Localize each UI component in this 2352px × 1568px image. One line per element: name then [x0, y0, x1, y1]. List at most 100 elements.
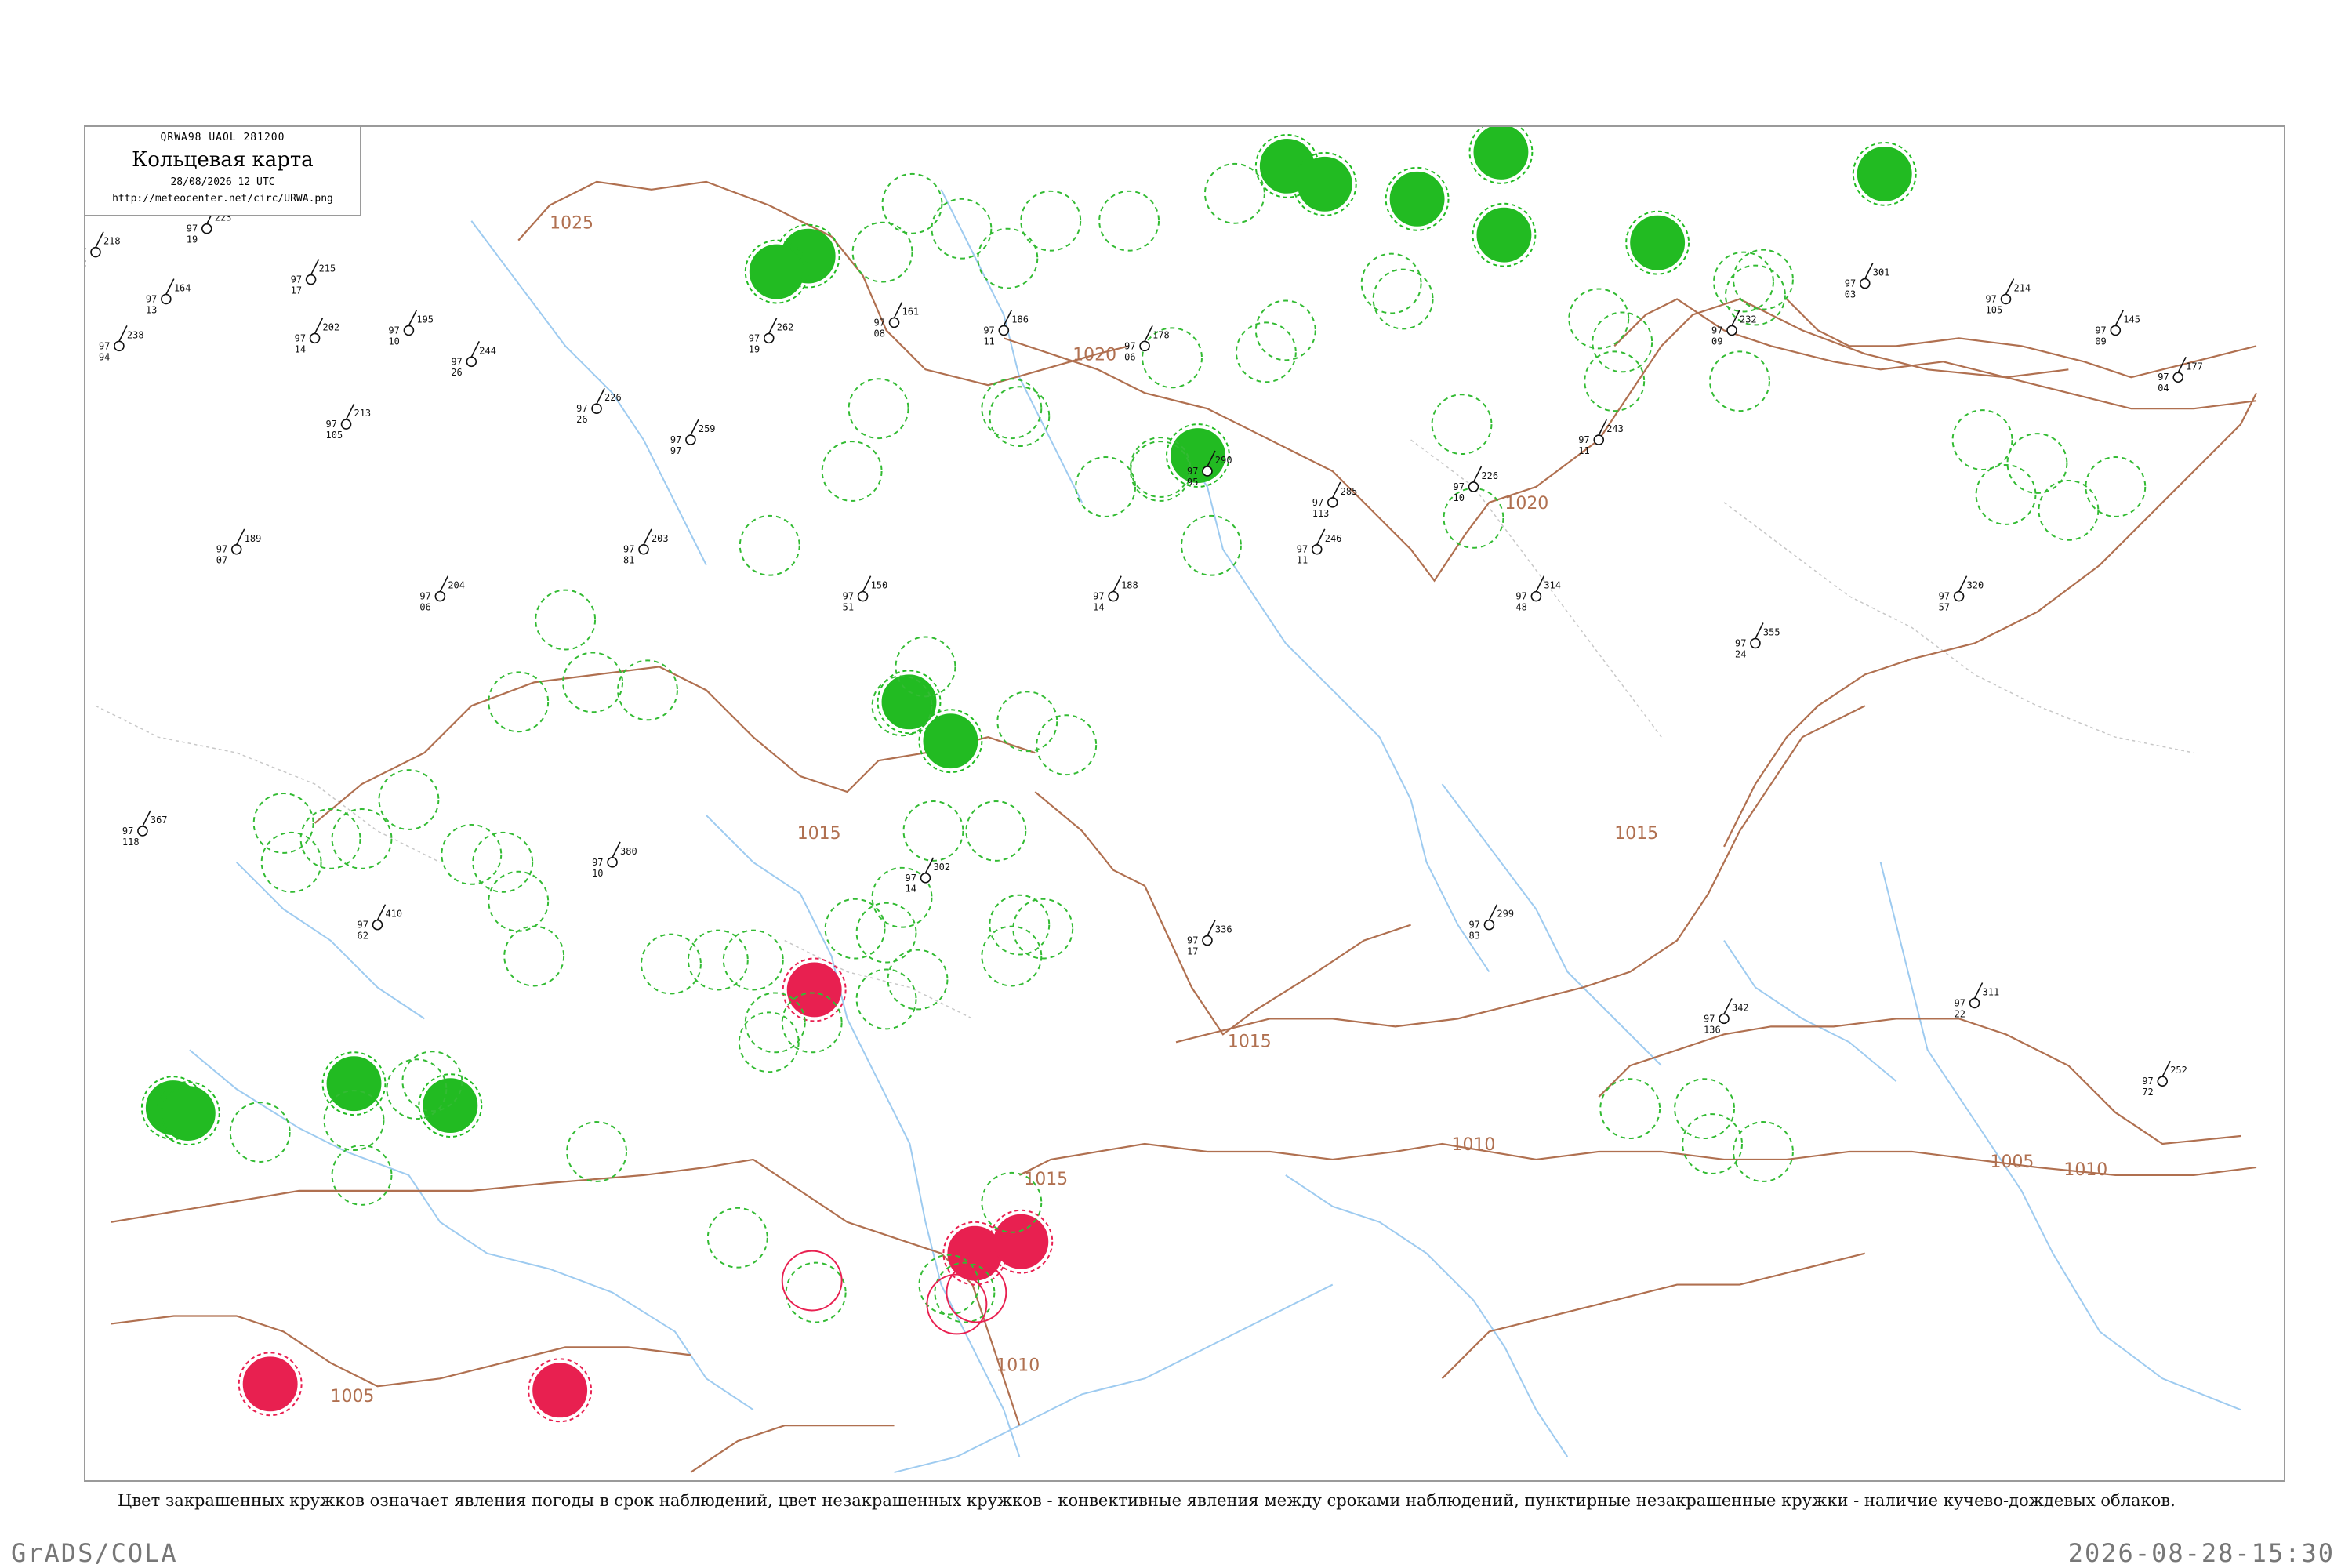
station-dewpoint: 09	[2095, 336, 2106, 347]
cb-circle	[977, 227, 1039, 289]
station-dewpoint: 97	[670, 445, 681, 456]
river-line	[1175, 439, 1490, 973]
wind-barb	[470, 341, 480, 358]
cb-circle	[229, 1102, 291, 1163]
isobar-label: 1010	[1452, 1135, 1496, 1155]
station-pressure: 302	[933, 862, 950, 873]
cb-circle	[2006, 433, 2068, 494]
station-dewpoint: 118	[122, 837, 140, 848]
station-pressure: 410	[385, 909, 402, 920]
station-dewpoint: 06	[419, 602, 430, 613]
station-marker	[1139, 340, 1150, 352]
cb-circle	[1599, 1078, 1661, 1140]
rivers-layer	[189, 189, 2241, 1473]
station-dewpoint: 95	[1187, 477, 1198, 488]
isobar-line	[753, 1159, 1021, 1426]
cb-circle	[855, 968, 917, 1030]
wind-barb	[893, 302, 903, 318]
station-dewpoint: 14	[906, 884, 916, 895]
software-label: GrADS/COLA	[11, 1538, 178, 1568]
station-pressure: 355	[1763, 627, 1780, 638]
station-temperature: 97	[1187, 466, 1198, 477]
wind-barb	[2114, 310, 2125, 326]
rain-circle	[326, 1056, 382, 1112]
station-marker	[857, 590, 869, 602]
station-temperature: 97	[1468, 920, 1479, 931]
cb-circle	[855, 902, 917, 964]
station-pressure: 244	[479, 345, 496, 356]
wind-barb	[2161, 1060, 2171, 1077]
station-temperature: 97	[1735, 637, 1746, 648]
station-marker	[2000, 293, 2012, 305]
cb-circle	[687, 929, 749, 991]
station-marker	[403, 325, 415, 336]
cb-circle	[965, 800, 1027, 862]
station-temperature: 97	[99, 340, 110, 351]
cb-circle	[1020, 190, 1082, 252]
station-temperature: 97	[1312, 497, 1323, 508]
map-legend: QRWA98 UAOL 281200 Кольцевая карта 28/08…	[85, 127, 361, 216]
rain-circle	[749, 244, 804, 299]
station-temperature: 97	[592, 857, 603, 868]
station-pressure: 314	[1544, 580, 1561, 591]
cb-circle	[566, 1121, 628, 1182]
station-marker	[1468, 481, 1479, 492]
station-marker	[1726, 325, 1737, 336]
map-url[interactable]: http://meteocenter.net/circ/URWA.png	[85, 193, 360, 205]
cb-circle	[1975, 464, 2037, 525]
station-marker	[90, 246, 101, 258]
station-pressure: 178	[1152, 329, 1170, 340]
wind-barb	[1723, 998, 1733, 1014]
bulletin-code: QRWA98 UAOL 281200	[160, 132, 285, 143]
map-frame: 1025 1020 1020 1015 1015 1015 1015 1010 1010 1010…	[84, 125, 2285, 1482]
station-pressure: 262	[777, 321, 794, 332]
station-marker	[1969, 997, 1980, 1009]
river-line	[940, 189, 1083, 503]
station-dewpoint: 24	[1735, 648, 1746, 659]
station-marker	[372, 919, 383, 931]
station-dewpoint: 11	[1297, 555, 1308, 566]
isobar-line	[517, 180, 1130, 387]
station-dewpoint: 03	[1845, 289, 1856, 300]
thunder-circle	[532, 1363, 588, 1418]
station-marker	[1202, 466, 1213, 477]
convective-circle	[926, 1273, 988, 1335]
station-pressure: 195	[416, 314, 434, 325]
station-temperature: 97	[1955, 997, 1965, 1008]
station-pressure: 320	[1967, 580, 1984, 591]
station-temperature: 97	[291, 274, 302, 285]
cb-circle	[1372, 268, 1434, 330]
cb-circle	[821, 441, 883, 502]
station-dewpoint: 19	[187, 234, 198, 245]
station-pressure: 215	[319, 263, 336, 274]
weather-circles-layer	[140, 127, 2147, 1423]
station-dewpoint: 22	[1955, 1008, 1965, 1019]
river-line	[1879, 862, 2241, 1411]
station-marker	[1483, 919, 1495, 931]
wind-barb	[165, 278, 175, 295]
isobar-label: 1020	[1073, 345, 1116, 365]
border-line	[1723, 502, 2194, 753]
station-dewpoint: 26	[451, 367, 462, 378]
isobar-label: 1020	[1504, 494, 1548, 514]
station-pressure: 259	[699, 423, 716, 434]
wind-barb	[690, 419, 699, 436]
border-line	[1410, 439, 1662, 738]
station-dewpoint: 105	[1986, 304, 2003, 315]
station-temperature: 97	[1454, 481, 1465, 492]
cb-circle	[996, 691, 1058, 753]
cb-circle	[617, 659, 678, 721]
rain-circle	[1630, 215, 1686, 270]
station-dewpoint: 11	[1578, 445, 1589, 456]
station-dewpoint: 09	[1711, 336, 1722, 347]
isobar-line	[1034, 791, 1411, 1036]
cb-circle	[260, 831, 322, 893]
station-pressure: 243	[1606, 423, 1624, 434]
station-dewpoint: 62	[358, 931, 368, 942]
wind-barb	[439, 575, 449, 592]
wind-barb	[1973, 982, 1984, 999]
station-dewpoint: 48	[1515, 602, 1526, 613]
station-dewpoint: 07	[216, 555, 227, 566]
station-pressure: 189	[245, 533, 262, 544]
station-temperature: 97	[2142, 1076, 2153, 1087]
